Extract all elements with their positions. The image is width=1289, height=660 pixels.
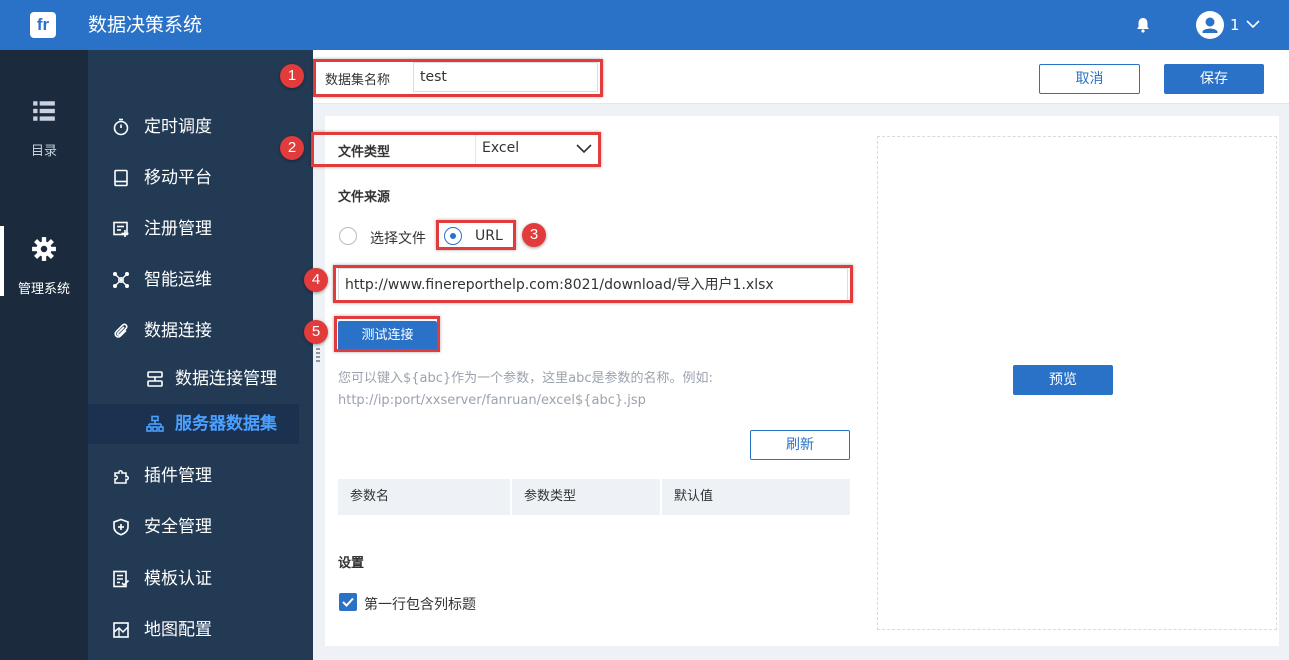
sidebar-item-label: 数据连接管理 (175, 369, 277, 389)
database-icon (147, 371, 163, 387)
gear-icon (32, 237, 56, 261)
first-row-header-label: 第一行包含列标题 (364, 597, 476, 613)
sidebar-item-register[interactable]: 注册管理 (88, 207, 313, 251)
param-table-header: 参数名 参数类型 默认值 (338, 479, 850, 515)
sidebar-item-data-connection-management[interactable]: 数据连接管理 (88, 359, 299, 399)
sidebar: 定时调度 移动平台 注册管理 智能运维 数据连接 数据连接管理 服务器数据集 插… (88, 50, 313, 660)
app-title: 数据决策系统 (88, 14, 203, 36)
bell-icon[interactable] (1134, 16, 1152, 34)
sidebar-item-label: 安全管理 (144, 517, 212, 537)
sidebar-item-scheduling[interactable]: 定时调度 (88, 105, 313, 149)
sidebar-item-label: 地图配置 (144, 620, 212, 640)
annotation-badge: 5 (304, 320, 328, 344)
annotation-box (313, 59, 603, 97)
dataset-panel: 文件类型 Excel 文件来源 选择文件 URL http://www.fine… (325, 116, 1279, 646)
radio-select-file-label: 选择文件 (370, 231, 426, 247)
sidebar-item-label: 定时调度 (144, 117, 212, 137)
sidebar-item-label: 智能运维 (144, 270, 212, 290)
register-icon (113, 221, 129, 237)
column-header: 参数类型 (512, 479, 662, 515)
timer-icon (113, 118, 129, 136)
sidebar-item-mobile[interactable]: 移动平台 (88, 156, 313, 200)
settings-label: 设置 (338, 556, 365, 571)
nodes-icon (113, 272, 129, 288)
tablet-icon (114, 169, 128, 187)
annotation-box (334, 316, 440, 352)
avatar[interactable] (1196, 11, 1224, 39)
sidebar-item-map-config[interactable]: 地图配置 (88, 608, 313, 652)
sidebar-item-label: 服务器数据集 (175, 414, 277, 434)
annotation-badge: 2 (280, 136, 304, 160)
user-icon (1202, 17, 1218, 33)
column-header: 默认值 (674, 489, 714, 504)
sidebar-item-label: 注册管理 (144, 219, 212, 239)
dataset-icon (146, 415, 164, 432)
template-icon (113, 570, 130, 588)
puzzle-icon (114, 470, 129, 484)
nav-rail: 目录 管理系统 (0, 50, 88, 660)
sidebar-item-label: 插件管理 (144, 466, 212, 486)
rail-item-label: 管理系统 (17, 282, 70, 297)
annotation-box (436, 220, 516, 250)
user-name[interactable]: 1 (1230, 15, 1240, 35)
sidebar-item-ops[interactable]: 智能运维 (88, 258, 313, 302)
sidebar-item-label: 移动平台 (144, 168, 212, 188)
sidebar-item-label: 模板认证 (144, 569, 212, 589)
sidebar-item-server-dataset[interactable]: 服务器数据集 (88, 404, 299, 444)
preview-button[interactable]: 预览 (1013, 365, 1113, 395)
cancel-button[interactable]: 取消 (1039, 64, 1140, 94)
shield-icon (113, 518, 129, 536)
sidebar-item-security[interactable]: 安全管理 (88, 505, 313, 549)
rail-item-label: 目录 (30, 144, 57, 159)
annotation-badge: 1 (280, 64, 304, 88)
annotation-badge: 3 (522, 223, 546, 247)
param-hint-line2: http://ip:port/xxserver/fanruan/excel${a… (338, 393, 646, 408)
rail-item-directory[interactable]: 目录 (0, 98, 88, 159)
resize-handle[interactable] (316, 348, 320, 362)
list-icon (33, 101, 55, 121)
annotation-box (333, 265, 853, 303)
annotation-badge: 4 (304, 268, 328, 292)
column-header: 参数名 (338, 479, 512, 515)
annotation-box (311, 132, 601, 167)
paperclip-icon (114, 323, 128, 338)
radio-select-file[interactable] (339, 227, 357, 245)
sidebar-item-data-connection[interactable]: 数据连接 (88, 309, 313, 353)
sidebar-item-template-auth[interactable]: 模板认证 (88, 557, 313, 601)
param-hint-line1: 您可以键入${abc}作为一个参数，这里abc是参数的名称。例如: (338, 371, 713, 386)
refresh-button[interactable]: 刷新 (750, 430, 850, 460)
sidebar-item-plugins[interactable]: 插件管理 (88, 454, 313, 498)
chevron-down-icon[interactable] (1244, 15, 1262, 33)
first-row-header-checkbox[interactable] (339, 593, 357, 611)
rail-item-management[interactable]: 管理系统 (0, 226, 88, 297)
check-icon (342, 597, 354, 607)
top-bar: fr 数据决策系统 1 (0, 0, 1289, 50)
sidebar-item-label: 数据连接 (144, 321, 212, 341)
save-button[interactable]: 保存 (1164, 64, 1264, 94)
app-logo: fr (30, 12, 56, 38)
file-source-label: 文件来源 (338, 190, 391, 205)
map-icon (113, 622, 129, 638)
